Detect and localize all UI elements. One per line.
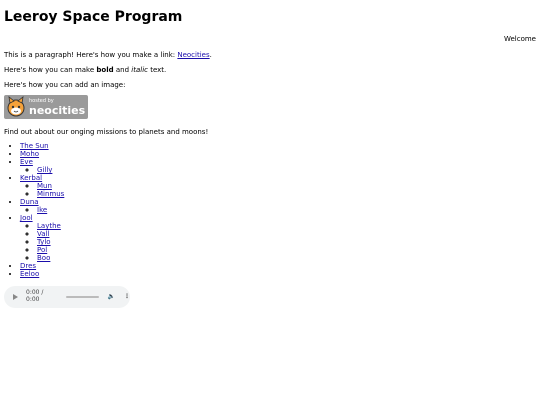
- bold-mid: and: [113, 66, 132, 74]
- planet-item: Eeloo: [20, 270, 64, 278]
- bold-word: bold: [96, 66, 114, 74]
- badge-small-text: hosted by: [29, 97, 54, 104]
- moon-item: Boo: [37, 254, 64, 262]
- planet-link-eeloo[interactable]: Eeloo: [20, 270, 39, 278]
- moon-item: Pol: [37, 246, 64, 254]
- badge-text: hosted by neocities: [29, 97, 86, 117]
- planet-link-jool[interactable]: Jool: [20, 214, 33, 222]
- bold-pre: Here's how you can make: [4, 66, 97, 74]
- moon-link-mun[interactable]: Mun: [37, 182, 52, 190]
- moon-link-laythe[interactable]: Laythe: [37, 222, 61, 230]
- moon-link-tylo[interactable]: Tylo: [37, 238, 51, 246]
- planet-item: Eve Gilly: [20, 158, 64, 174]
- moon-item: Laythe: [37, 222, 64, 230]
- cat-icon: [7, 96, 25, 117]
- volume-icon[interactable]: 🔈: [108, 293, 115, 301]
- moon-item: Gilly: [37, 166, 64, 174]
- planet-link-eve[interactable]: Eve: [20, 158, 33, 166]
- bold-italic-paragraph: Here's how you can make bold and italic …: [4, 66, 166, 74]
- moon-item: Tylo: [37, 238, 64, 246]
- moon-link-ike[interactable]: Ike: [37, 206, 47, 214]
- neocities-link[interactable]: Neocities: [177, 51, 209, 59]
- more-vert-icon[interactable]: ⋮: [124, 293, 130, 301]
- planet-item: Duna Ike: [20, 198, 64, 214]
- audio-time: 0:00 / 0:00: [26, 289, 44, 303]
- bold-end: text.: [147, 66, 167, 74]
- planet-item: The Sun: [20, 142, 64, 150]
- badge-big-text: neocities: [29, 103, 86, 117]
- planet-link-moho[interactable]: Moho: [20, 150, 39, 158]
- page-title: Leeroy Space Program: [4, 9, 183, 25]
- planet-link-duna[interactable]: Duna: [20, 198, 39, 206]
- play-icon[interactable]: [13, 294, 18, 300]
- link-paragraph: This is a paragraph! Here's how you make…: [4, 51, 212, 59]
- moon-list: Laythe Vall Tylo Pol Boo: [20, 222, 64, 262]
- italic-word: italic: [131, 66, 148, 74]
- moon-item: Mun: [37, 182, 64, 190]
- neocities-badge[interactable]: hosted by neocities: [4, 95, 88, 119]
- audio-player: 0:00 / 0:00 🔈 ⋮: [4, 286, 130, 308]
- planet-item: Kerbal Mun Minmus: [20, 174, 64, 198]
- moon-link-minmus[interactable]: Minmus: [37, 190, 64, 198]
- moon-list: Gilly: [20, 166, 64, 174]
- planet-link-sun[interactable]: The Sun: [20, 142, 49, 150]
- moon-item: Vall: [37, 230, 64, 238]
- link-end: .: [209, 51, 212, 59]
- moon-item: Minmus: [37, 190, 64, 198]
- planet-list: The Sun Moho Eve Gilly Kerbal Mun Minmus…: [4, 142, 64, 278]
- planet-item: Jool Laythe Vall Tylo Pol Boo: [20, 214, 64, 262]
- moon-link-gilly[interactable]: Gilly: [37, 166, 52, 174]
- missions-paragraph: Find out about our onging missions to pl…: [4, 128, 209, 136]
- planet-item: Dres: [20, 262, 64, 270]
- link-intro: This is a paragraph! Here's how you make…: [4, 51, 178, 59]
- audio-seek-bar[interactable]: [65, 296, 99, 298]
- moon-item: Ike: [37, 206, 64, 214]
- moon-link-vall[interactable]: Vall: [37, 230, 49, 238]
- moon-list: Mun Minmus: [20, 182, 64, 198]
- planet-link-dres[interactable]: Dres: [20, 262, 36, 270]
- image-paragraph: Here's how you can add an image:: [4, 81, 126, 89]
- welcome-text: Welcome: [503, 35, 536, 43]
- moon-link-bop[interactable]: Boo: [37, 254, 50, 262]
- planet-link-kerbal[interactable]: Kerbal: [20, 174, 42, 182]
- moon-link-pol[interactable]: Pol: [37, 246, 47, 254]
- moon-list: Ike: [20, 206, 64, 214]
- planet-item: Moho: [20, 150, 64, 158]
